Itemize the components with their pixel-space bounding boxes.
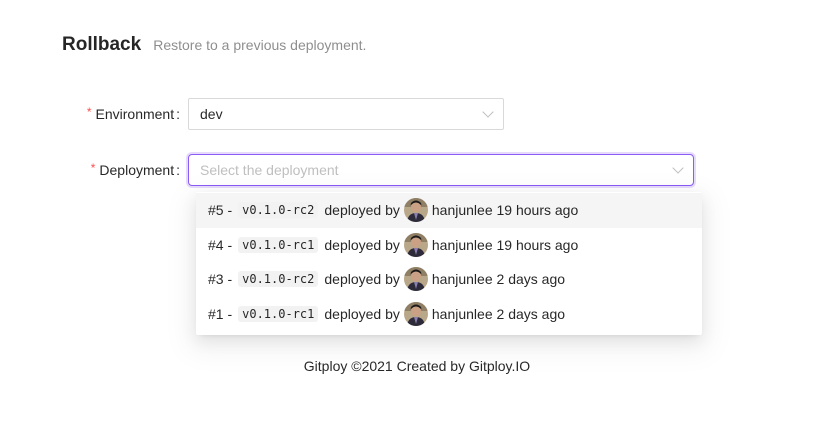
page-header: Rollback Restore to a previous deploymen…	[62, 34, 366, 56]
page-subtitle: Restore to a previous deployment.	[153, 37, 367, 53]
ref-tag: v0.1.0-rc2	[238, 271, 319, 288]
required-mark: *	[90, 161, 96, 175]
deployment-form-item: * Deployment: Select the deployment	[0, 154, 694, 186]
user-avatar-icon	[403, 198, 428, 223]
deployment-option[interactable]: #5 - v0.1.0-rc2 deployed by hanjunlee 19…	[196, 193, 702, 228]
deployment-placeholder: Select the deployment	[200, 162, 339, 178]
ref-tag: v0.1.0-rc2	[238, 202, 319, 219]
deployment-option[interactable]: #4 - v0.1.0-rc1 deployed by hanjunlee 19…	[196, 228, 702, 263]
footer: Gitploy ©2021 Created by Gitploy.IO	[303, 358, 531, 374]
deployment-option[interactable]: #1 - v0.1.0-rc1 deployed by hanjunlee 2 …	[196, 297, 702, 332]
user-avatar-icon	[403, 301, 428, 326]
deployment-option[interactable]: #3 - v0.1.0-rc2 deployed by hanjunlee 2 …	[196, 262, 702, 297]
rollback-page: Rollback Restore to a previous deploymen…	[0, 0, 822, 435]
environment-select[interactable]: dev	[188, 98, 504, 130]
chevron-down-icon	[482, 106, 494, 118]
page-title: Rollback	[62, 34, 142, 55]
environment-label: * Environment:	[86, 105, 180, 122]
required-mark: *	[86, 105, 92, 119]
deployment-label: * Deployment:	[90, 161, 180, 178]
user-avatar-icon	[403, 232, 428, 257]
deployment-dropdown: #5 - v0.1.0-rc2 deployed by hanjunlee 19…	[196, 192, 702, 335]
environment-value: dev	[200, 106, 223, 122]
ref-tag: v0.1.0-rc1	[238, 236, 319, 253]
environment-form-item: * Environment: dev	[0, 98, 504, 130]
ref-tag: v0.1.0-rc1	[238, 305, 319, 322]
deployment-select[interactable]: Select the deployment	[188, 154, 694, 186]
chevron-down-icon	[672, 162, 684, 174]
user-avatar-icon	[403, 267, 428, 292]
